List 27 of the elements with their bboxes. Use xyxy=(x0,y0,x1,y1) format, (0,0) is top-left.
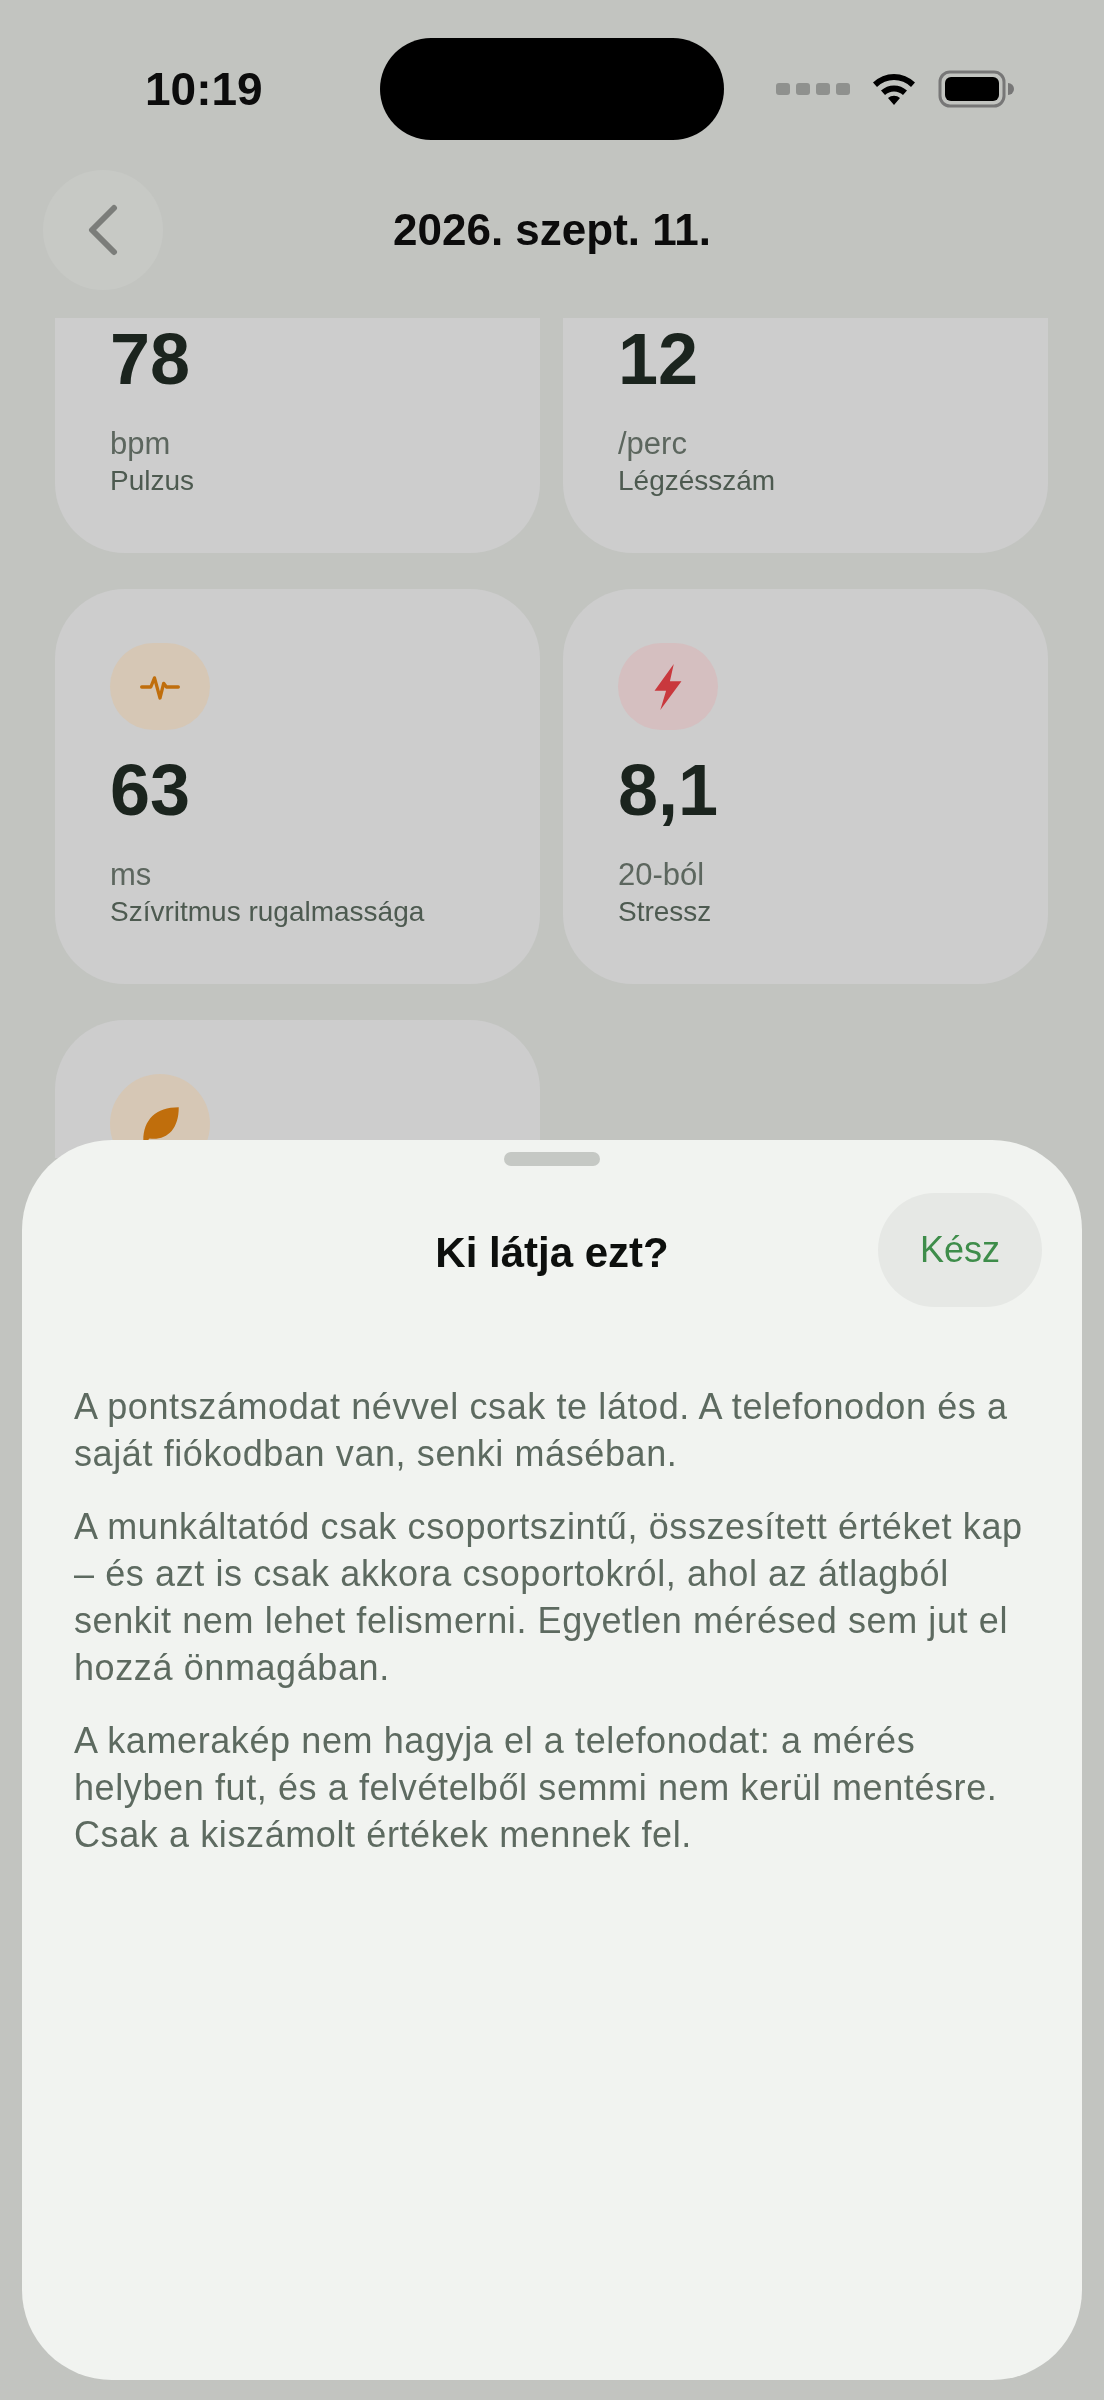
metric-value: 12 xyxy=(618,323,699,396)
metric-unit: ms xyxy=(110,856,152,894)
metric-unit: 20-ból xyxy=(618,856,705,894)
metric-card[interactable]: 8,1 20-ból Stressz xyxy=(563,589,1048,984)
metric-label: Stressz xyxy=(618,894,712,929)
sheet-title: Ki látja ezt? xyxy=(435,1229,669,1277)
metric-card[interactable]: 12 /perc Légzésszám xyxy=(563,318,1048,553)
metric-card[interactable]: 78 bpm Pulzus xyxy=(55,318,540,553)
metric-value: 63 xyxy=(110,754,191,827)
battery-icon xyxy=(938,70,1014,108)
screen-title: 2026. szept. 11. xyxy=(393,205,711,255)
status-time: 10:19 xyxy=(145,62,263,116)
metric-value: 8,1 xyxy=(618,754,719,827)
metric-label: Légzésszám xyxy=(618,463,776,498)
wifi-icon xyxy=(870,71,918,107)
info-paragraph: A munkáltatód csak csoportszintű, összesített értéket kap – és azt is csak akkora csoportokról, ahol az átlagból senkit nem lehet felismerni. Egyetlen mérésed sem jut el hozzá önmagában. xyxy=(74,1505,1024,1690)
metric-label: Pulzus xyxy=(110,463,195,498)
metric-card[interactable]: 63 ms Szívritmus rugalmassága xyxy=(55,589,540,984)
signal-icon xyxy=(776,81,850,97)
metric-label: Szívritmus rugalmassága xyxy=(110,894,425,929)
back-icon xyxy=(86,204,120,256)
sheet-handle[interactable] xyxy=(504,1152,600,1166)
metric-value: 78 xyxy=(110,323,191,396)
info-paragraph: A kamerakép nem hagyja el a telefonodat: a mérés helyben fut, és a felvételből semmi nem kerül mentésre. Csak a kiszámolt értékek mennek fel. xyxy=(74,1719,999,1857)
info-paragraph: A pontszámodat névvel csak te látod. A telefonodon és a saját fiókodban van, senki máséban. xyxy=(74,1385,1009,1476)
metric-unit: /perc xyxy=(618,425,687,463)
metric-unit: bpm xyxy=(110,425,171,463)
